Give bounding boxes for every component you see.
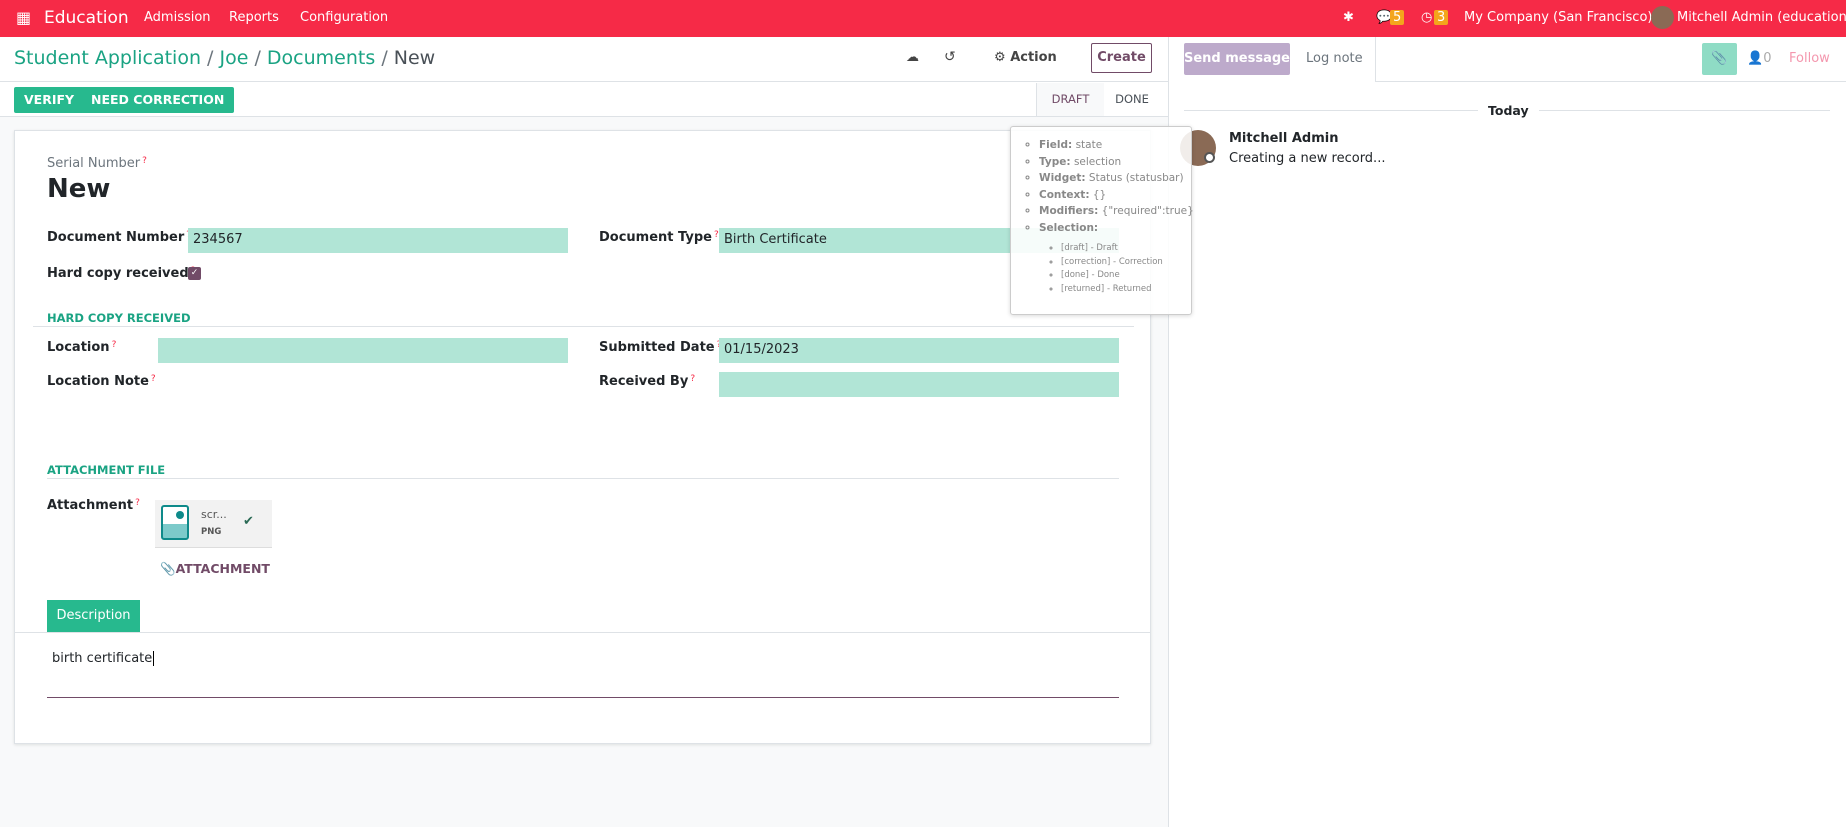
image-file-icon bbox=[161, 505, 189, 540]
description-editor[interactable]: birth certificate bbox=[52, 651, 155, 666]
log-note-button[interactable]: Log note bbox=[1306, 51, 1363, 66]
menu-configuration[interactable]: Configuration bbox=[300, 10, 388, 25]
message-author[interactable]: Mitchell Admin bbox=[1229, 131, 1338, 146]
breadcrumb-item[interactable]: Student Application bbox=[14, 47, 201, 69]
stage-draft[interactable]: DRAFT bbox=[1036, 83, 1104, 116]
divider bbox=[33, 326, 1134, 327]
follow-button[interactable]: Follow bbox=[1789, 51, 1830, 66]
divider bbox=[47, 478, 1119, 479]
send-message-button[interactable]: Send message bbox=[1184, 43, 1290, 75]
user-icon: 👤 bbox=[1747, 51, 1764, 66]
tooltip-line: Context: {} bbox=[1039, 187, 1191, 204]
tooltip-line: Selection: [draft] - Draft [correction] … bbox=[1039, 220, 1191, 297]
selection-option: [done] - Done bbox=[1061, 269, 1191, 283]
bug-icon[interactable]: ✱ bbox=[1343, 10, 1354, 25]
check-icon: ✔ bbox=[243, 514, 254, 529]
user-menu[interactable]: Mitchell Admin (education) bbox=[1677, 10, 1846, 25]
selection-option: [draft] - Draft bbox=[1061, 242, 1191, 256]
submitted-date-input[interactable]: 01/15/2023 bbox=[719, 338, 1119, 363]
file-type: PNG bbox=[201, 527, 222, 537]
message-body: Creating a new record... bbox=[1229, 151, 1386, 166]
hard-copy-label: Hard copy received? bbox=[47, 266, 195, 281]
attachments-button[interactable]: 📎 bbox=[1702, 43, 1737, 75]
tab-divider bbox=[14, 632, 1151, 633]
paperclip-icon: 📎 bbox=[1711, 51, 1728, 66]
app-name[interactable]: Education bbox=[44, 8, 129, 28]
serial-number-label: Serial Number? bbox=[47, 156, 147, 171]
action-label: Action bbox=[1010, 50, 1057, 65]
tab-description[interactable]: Description bbox=[47, 600, 140, 632]
document-number-label: Document Number? bbox=[47, 230, 191, 245]
file-name: scr... bbox=[201, 508, 227, 521]
attachment-label: Attachment? bbox=[47, 498, 140, 513]
breadcrumb-item[interactable]: Documents bbox=[267, 47, 375, 69]
document-number-input[interactable]: 234567 bbox=[188, 228, 568, 253]
verify-button[interactable]: VERIFY bbox=[14, 87, 85, 113]
submitted-date-label: Submitted Date? bbox=[599, 340, 721, 355]
tooltip-line: Widget: Status (statusbar) bbox=[1039, 170, 1191, 187]
chatter-top-divider bbox=[1376, 81, 1846, 82]
online-status-icon bbox=[1204, 152, 1215, 163]
top-navbar: ▦ Education Admission Reports Configurat… bbox=[0, 0, 1846, 37]
breadcrumb-item[interactable]: Joe bbox=[220, 47, 249, 69]
tooltip-line: Modifiers: {"required":true} bbox=[1039, 203, 1194, 220]
create-button[interactable]: Create bbox=[1091, 43, 1152, 73]
tooltip-line: Type: selection bbox=[1039, 154, 1191, 171]
need-correction-button[interactable]: NEED CORRECTION bbox=[81, 87, 235, 113]
location-note-label: Location Note? bbox=[47, 374, 156, 389]
menu-reports[interactable]: Reports bbox=[229, 10, 279, 25]
field-tooltip: Field: state Type: selection Widget: Sta… bbox=[1010, 126, 1194, 315]
serial-number-value: New bbox=[47, 174, 111, 204]
apps-grid-icon[interactable]: ▦ bbox=[16, 8, 31, 27]
stage-done[interactable]: DONE bbox=[1110, 83, 1154, 116]
discard-undo-icon[interactable]: ↺ bbox=[944, 49, 956, 65]
received-by-input[interactable] bbox=[719, 372, 1119, 397]
add-attachment-button[interactable]: 📎ATTACHMENT bbox=[160, 561, 270, 577]
user-avatar[interactable] bbox=[1651, 6, 1674, 29]
section-attachment: ATTACHMENT FILE bbox=[47, 463, 166, 477]
tooltip-line: Field: state bbox=[1039, 137, 1191, 154]
document-type-label: Document Type? bbox=[599, 230, 719, 245]
form-sheet bbox=[14, 130, 1151, 744]
save-cloud-icon[interactable]: ☁ bbox=[906, 50, 919, 65]
chat-count-badge: 5 bbox=[1390, 10, 1405, 25]
clock-icon[interactable]: ◷ bbox=[1421, 10, 1432, 25]
company-switcher[interactable]: My Company (San Francisco) bbox=[1464, 10, 1652, 25]
activity-count-badge: 3 bbox=[1434, 10, 1449, 25]
followers-button[interactable]: 👤0 bbox=[1747, 51, 1771, 66]
menu-admission[interactable]: Admission bbox=[144, 10, 211, 25]
attachment-card[interactable]: scr... PNG ✔ bbox=[155, 500, 272, 548]
action-menu[interactable]: ⚙ Action bbox=[994, 50, 1057, 65]
received-by-label: Received By? bbox=[599, 374, 696, 389]
location-label: Location? bbox=[47, 340, 117, 355]
hard-copy-checkbox[interactable]: ✓ bbox=[188, 267, 201, 280]
location-input[interactable] bbox=[158, 338, 568, 363]
breadcrumb: Student Application / Joe / Documents / … bbox=[14, 47, 436, 69]
selection-option: [returned] - Returned bbox=[1061, 283, 1191, 297]
editor-underline bbox=[47, 697, 1119, 698]
vline bbox=[1375, 37, 1376, 82]
section-hard-copy: HARD COPY RECEIVED bbox=[47, 311, 191, 325]
selection-option: [correction] - Correction bbox=[1061, 256, 1191, 270]
breadcrumb-current: New bbox=[393, 47, 436, 69]
paperclip-icon: 📎 bbox=[160, 561, 176, 576]
today-label: Today bbox=[1478, 103, 1539, 118]
